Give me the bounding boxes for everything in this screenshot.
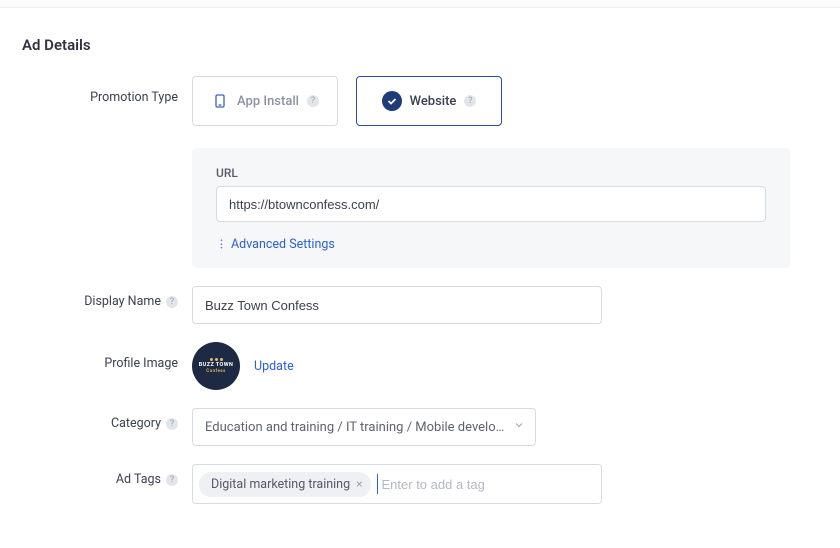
promotion-type-options: App Install ? Website ? <box>192 76 800 126</box>
row-category: Category ? Education and training / IT t… <box>70 408 840 446</box>
display-name-input[interactable] <box>192 286 602 324</box>
help-icon[interactable]: ? <box>464 95 476 107</box>
help-icon[interactable]: ? <box>307 95 319 107</box>
chevron-double-down-icon: ︙ <box>216 236 225 252</box>
label-text: Category <box>111 416 161 431</box>
promotion-option-label: Website <box>410 94 457 109</box>
label-text: Ad Tags <box>116 472 161 487</box>
label-profile-image: Profile Image <box>70 342 192 371</box>
label-display-name: Display Name ? <box>70 286 192 309</box>
help-icon[interactable]: ? <box>166 296 178 308</box>
category-select[interactable]: Education and training / IT training / M… <box>192 408 536 446</box>
field-promotion-type: App Install ? Website ? <box>192 76 840 268</box>
page-content: Ad Details Promotion Type App Ins <box>0 8 840 504</box>
chevron-down-icon <box>513 419 525 435</box>
promotion-option-label: App Install <box>237 94 299 109</box>
update-avatar-link[interactable]: Update <box>254 359 294 374</box>
tags-input-wrap[interactable]: Digital marketing training × <box>192 464 602 504</box>
promotion-option-app-install[interactable]: App Install ? <box>192 76 338 126</box>
url-input[interactable] <box>216 186 766 222</box>
field-display-name <box>192 286 840 324</box>
field-profile-image: BUZZ TOWN Confess Update <box>192 342 840 390</box>
avatar-text-1: BUZZ TOWN <box>199 363 233 369</box>
tag-remove-icon[interactable]: × <box>356 478 362 490</box>
advanced-settings-toggle[interactable]: ︙ Advanced Settings <box>216 236 335 252</box>
page-title: Ad Details <box>22 36 840 54</box>
help-icon[interactable]: ? <box>166 418 178 430</box>
top-bar <box>0 0 840 8</box>
avatar-text-2: Confess <box>206 370 225 375</box>
field-ad-tags: Digital marketing training × <box>192 464 840 504</box>
ad-details-form: Promotion Type App Install ? <box>70 76 840 504</box>
avatar: BUZZ TOWN Confess <box>192 342 240 390</box>
row-profile-image: Profile Image BUZZ TOWN Confess Update <box>70 342 840 390</box>
label-text: Promotion Type <box>90 90 178 105</box>
label-text: Profile Image <box>104 356 178 371</box>
advanced-settings-label: Advanced Settings <box>231 237 335 252</box>
row-promotion-type: Promotion Type App Install ? <box>70 76 840 268</box>
url-panel: URL ︙ Advanced Settings <box>192 148 790 268</box>
category-selected-text: Education and training / IT training / M… <box>205 420 505 435</box>
field-category: Education and training / IT training / M… <box>192 408 840 446</box>
label-promotion-type: Promotion Type <box>70 76 192 105</box>
tag-label: Digital marketing training <box>211 477 350 492</box>
label-ad-tags: Ad Tags ? <box>70 464 192 487</box>
row-display-name: Display Name ? <box>70 286 840 324</box>
url-label: URL <box>216 166 766 180</box>
label-category: Category ? <box>70 408 192 431</box>
row-ad-tags: Ad Tags ? Digital marketing training × <box>70 464 840 504</box>
tag-chip: Digital marketing training × <box>199 472 371 497</box>
checkmark-icon <box>382 91 402 111</box>
tag-text-input[interactable] <box>377 474 595 494</box>
mobile-icon <box>211 92 229 110</box>
promotion-option-website[interactable]: Website ? <box>356 76 502 126</box>
label-text: Display Name <box>84 294 161 309</box>
help-icon[interactable]: ? <box>166 474 178 486</box>
